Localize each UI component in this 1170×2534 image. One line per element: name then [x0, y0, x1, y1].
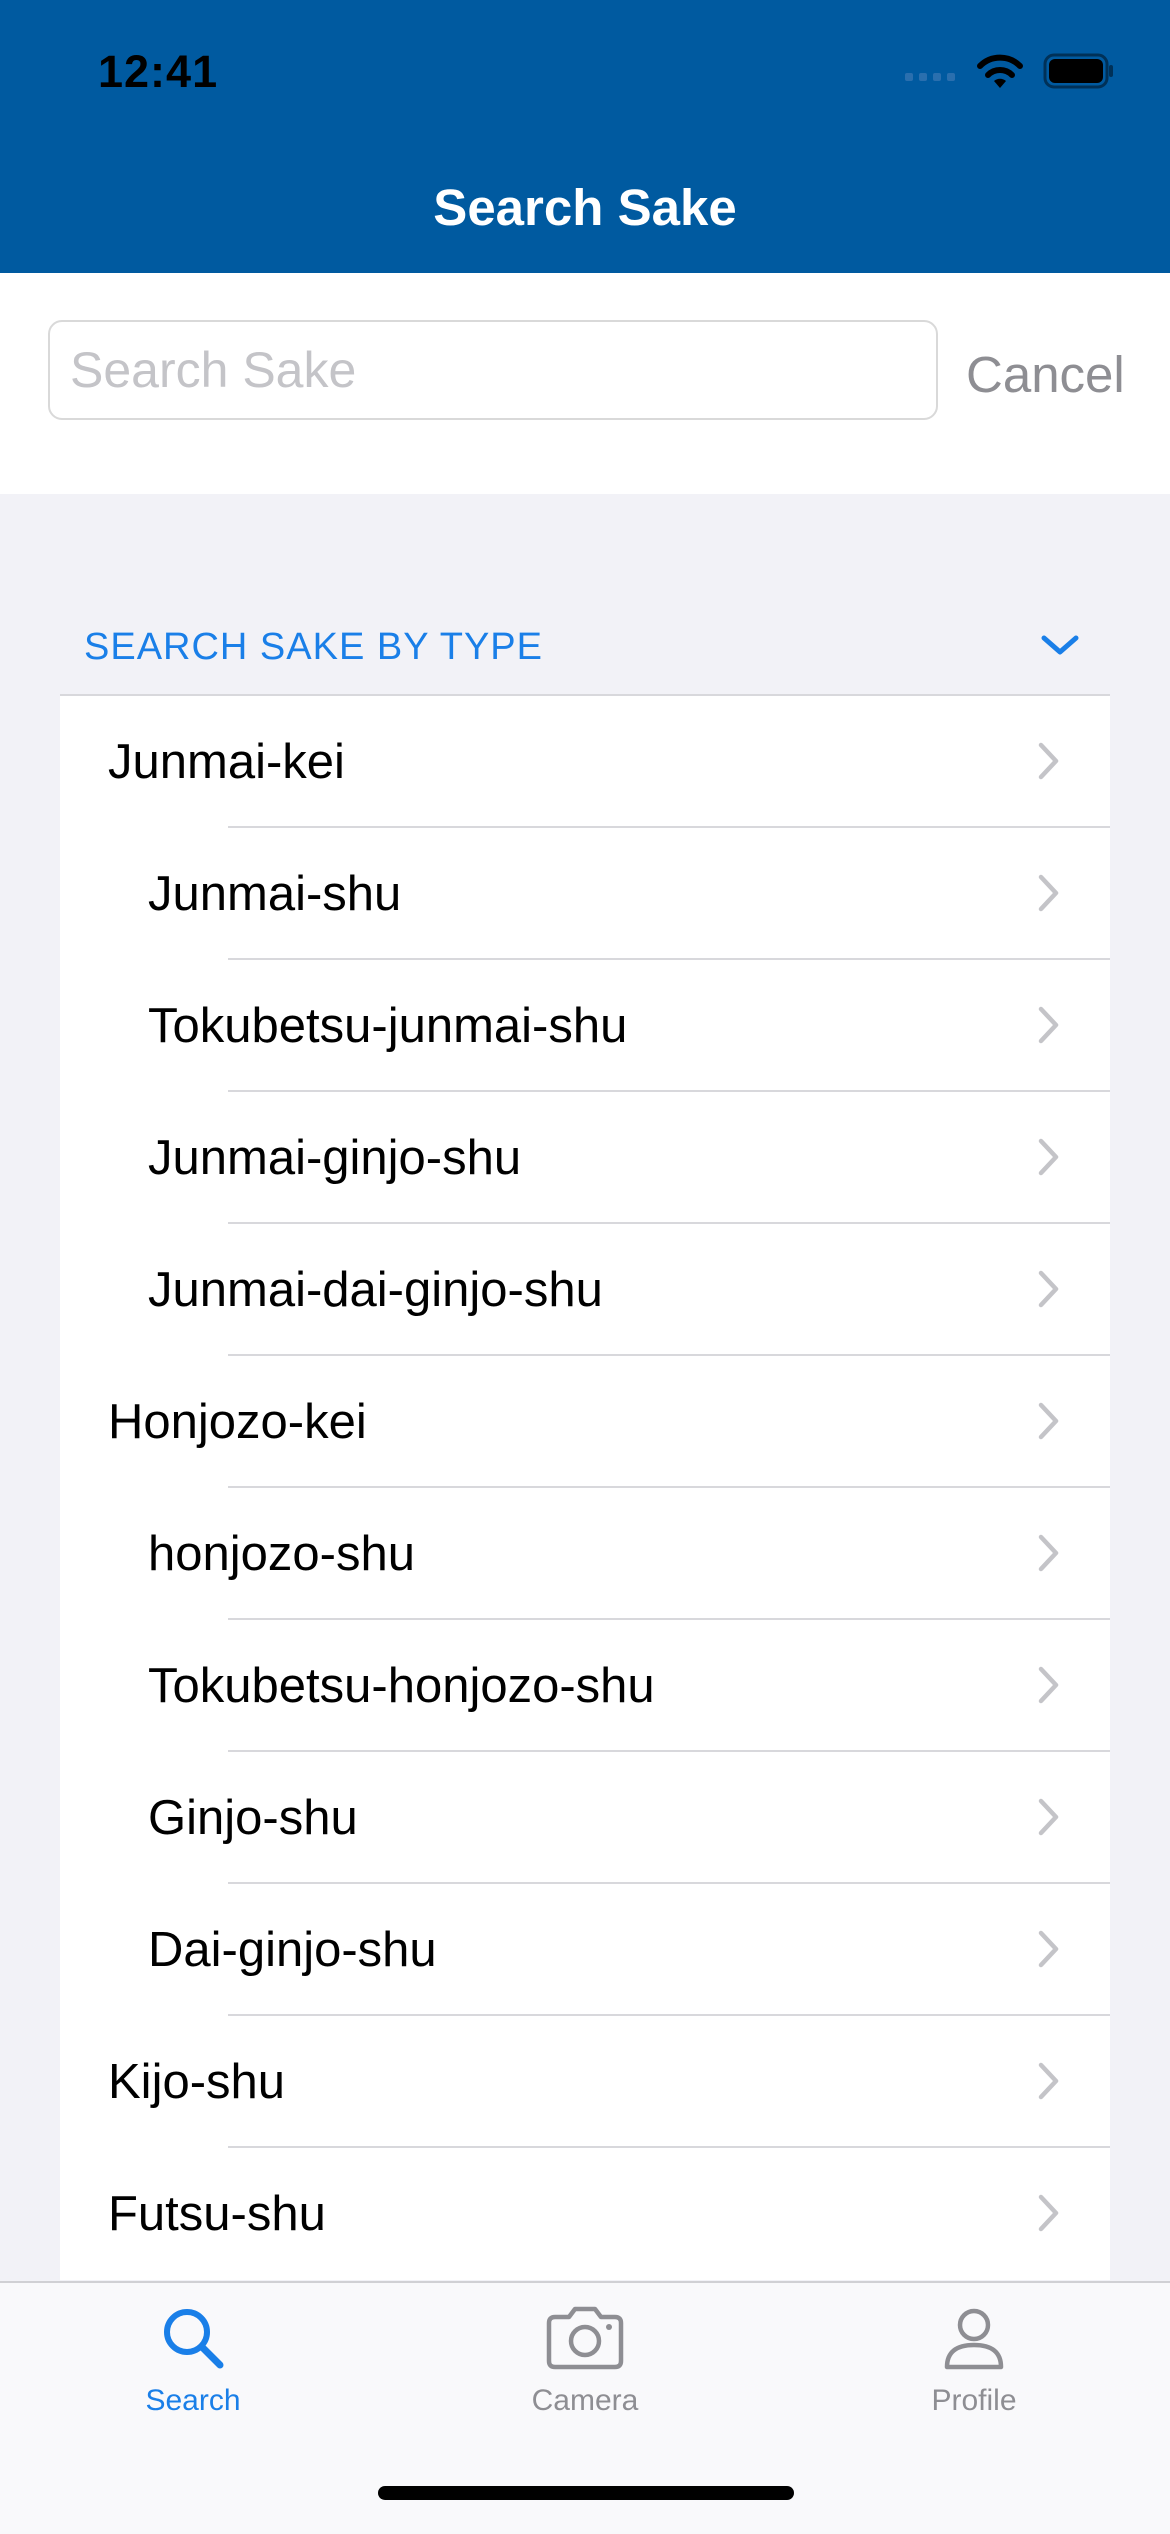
list-item[interactable]: Junmai-ginjo-shu: [60, 1092, 1110, 1224]
home-indicator: [378, 2486, 794, 2500]
list-item-label: Junmai-kei: [108, 735, 345, 789]
chevron-right-icon: [1038, 1930, 1059, 1968]
chevron-right-icon: [1038, 1006, 1059, 1044]
page-title: Search Sake: [433, 179, 737, 236]
list-item[interactable]: Honjozo-kei: [60, 1356, 1110, 1488]
tab-search[interactable]: Search: [83, 2303, 303, 2418]
list-item-label: Ginjo-shu: [148, 1791, 358, 1845]
navigation-header: 12:41 Search Sake: [0, 0, 1170, 273]
chevron-down-icon[interactable]: [1038, 630, 1082, 660]
list-item-label: Dai-ginjo-shu: [148, 1923, 437, 1977]
tab-camera[interactable]: Camera: [475, 2303, 695, 2418]
sake-type-list: Junmai-kei Junmai-shu Tokubetsu-junmai-shu…: [60, 696, 1110, 2280]
chevron-right-icon: [1038, 1402, 1059, 1440]
battery-icon: [1043, 53, 1113, 89]
list-item[interactable]: Junmai-shu: [60, 828, 1110, 960]
list-item-label: honjozo-shu: [148, 1527, 415, 1581]
list-item-label: Junmai-shu: [148, 867, 402, 921]
camera-icon: [546, 2306, 624, 2370]
list-item[interactable]: Dai-ginjo-shu: [60, 1884, 1110, 2016]
list-item[interactable]: Tokubetsu-honjozo-shu: [60, 1620, 1110, 1752]
profile-icon: [944, 2308, 1004, 2370]
signal-icon: [905, 73, 955, 81]
section-title: SEARCH SAKE BY TYPE: [84, 626, 543, 668]
list-item-label: Junmai-dai-ginjo-shu: [148, 1263, 603, 1317]
list-item[interactable]: Futsu-shu: [60, 2148, 1110, 2280]
chevron-right-icon: [1038, 1138, 1059, 1176]
chevron-right-icon: [1038, 1270, 1059, 1308]
list-item-label: Tokubetsu-junmai-shu: [148, 999, 628, 1053]
list-item[interactable]: Kijo-shu: [60, 2016, 1110, 2148]
search-icon: [164, 2309, 224, 2369]
wifi-icon: [977, 54, 1023, 88]
chevron-right-icon: [1038, 2062, 1059, 2100]
section-header[interactable]: SEARCH SAKE BY TYPE: [60, 620, 1110, 696]
list-item-label: Kijo-shu: [108, 2055, 286, 2109]
chevron-right-icon: [1038, 2194, 1059, 2232]
chevron-right-icon: [1038, 874, 1059, 912]
chevron-right-icon: [1038, 1798, 1059, 1836]
status-icons: [905, 52, 1115, 90]
list-item-label: Futsu-shu: [108, 2187, 326, 2241]
list-item[interactable]: Junmai-dai-ginjo-shu: [60, 1224, 1110, 1356]
search-input[interactable]: [48, 320, 938, 420]
list-item[interactable]: Tokubetsu-junmai-shu: [60, 960, 1110, 1092]
list-item-label: Honjozo-kei: [108, 1395, 367, 1449]
list-item-label: Tokubetsu-honjozo-shu: [148, 1659, 655, 1713]
tab-camera-label: Camera: [531, 2384, 639, 2417]
list-item-label: Junmai-ginjo-shu: [148, 1131, 522, 1185]
chevron-right-icon: [1038, 742, 1059, 780]
list-item[interactable]: Ginjo-shu: [60, 1752, 1110, 1884]
tab-profile[interactable]: Profile: [864, 2303, 1084, 2418]
list-item[interactable]: honjozo-shu: [60, 1488, 1110, 1620]
tab-profile-label: Profile: [931, 2384, 1017, 2417]
search-bar: Cancel: [0, 273, 1170, 494]
list-item[interactable]: Junmai-kei: [60, 696, 1110, 828]
status-time: 12:41: [98, 46, 219, 97]
cancel-button[interactable]: Cancel: [966, 345, 1125, 404]
chevron-right-icon: [1038, 1534, 1059, 1572]
chevron-right-icon: [1038, 1666, 1059, 1704]
tab-search-label: Search: [145, 2384, 241, 2417]
